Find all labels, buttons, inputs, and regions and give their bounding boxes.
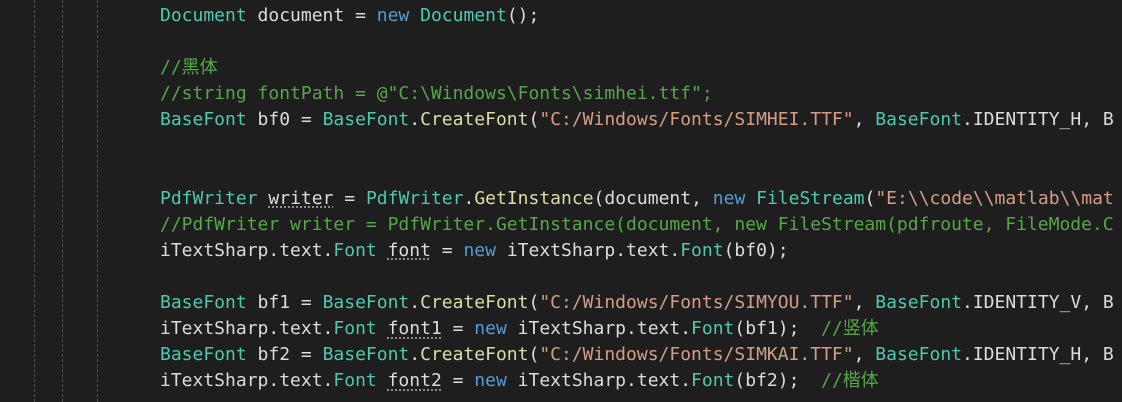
keyword-token: new — [474, 370, 507, 392]
string-token: "C:/Windows/Fonts/SIMHEI.TTF" — [539, 109, 854, 131]
unused-variable-token[interactable]: writer — [268, 188, 333, 209]
code-text: ( — [528, 109, 540, 131]
type-token: BaseFont — [160, 292, 247, 314]
unused-variable-token[interactable]: font — [388, 240, 431, 261]
code-line-7[interactable] — [0, 160, 1122, 186]
keyword-token: new — [712, 187, 746, 209]
code-text: (document, — [593, 187, 713, 209]
code-text: . — [409, 109, 421, 131]
code-text: bf0 = — [246, 109, 323, 131]
code-text: (bf1); — [734, 318, 822, 340]
code-text: (bf2); — [734, 370, 822, 392]
code-text: bf1 = — [246, 292, 323, 314]
code-text: , — [853, 344, 876, 366]
type-token: BaseFont — [322, 344, 410, 366]
type-token: BaseFont — [322, 292, 410, 314]
type-token: Document — [160, 5, 247, 26]
type-token: BaseFont — [875, 344, 962, 366]
code-line-6[interactable] — [0, 133, 1122, 159]
code-text: . — [463, 187, 475, 209]
type-token: BaseFont — [875, 109, 962, 131]
code-line-8[interactable]: PdfWriter writer = PdfWriter.GetInstance… — [0, 186, 1122, 212]
code-line-10[interactable]: iTextSharp.text.Font font = new iTextSha… — [0, 238, 1122, 264]
code-text: , — [853, 109, 876, 131]
code-text: iTextSharp.text. — [160, 318, 334, 340]
code-text: iTextSharp.text. — [506, 318, 692, 340]
type-token: Font — [691, 318, 735, 340]
code-text: (); — [506, 5, 540, 26]
type-token: Font — [691, 370, 735, 392]
code-line-13[interactable]: iTextSharp.text.Font font1 = new iTextSh… — [0, 316, 1122, 342]
code-text: iTextSharp.text. — [506, 370, 692, 392]
code-line-1[interactable]: Document document = new Document(); — [0, 3, 1122, 29]
code-text: , — [853, 292, 876, 314]
type-token: BaseFont — [322, 109, 410, 131]
comment-token: //黑体 — [160, 57, 218, 79]
type-token: Document — [420, 5, 507, 26]
code-text: .IDENTITY_H, B — [962, 344, 1114, 366]
keyword-token: new — [463, 239, 496, 261]
type-token: PdfWriter — [160, 187, 258, 209]
comment-token: //string fontPath = @"C:\Windows\Fonts\s… — [160, 83, 713, 105]
comment-token: //楷体 — [821, 370, 879, 392]
type-token: Font — [333, 318, 377, 340]
code-text: document = — [246, 5, 377, 26]
method-token: GetInstance — [474, 187, 594, 209]
string-token: "E:\\code\\matlab\\mat — [875, 187, 1114, 209]
method-token: CreateFont — [420, 344, 529, 366]
keyword-token: new — [474, 318, 507, 340]
code-text: = — [441, 318, 475, 340]
code-line-12[interactable]: BaseFont bf1 = BaseFont.CreateFont("C:/W… — [0, 290, 1122, 316]
code-line-9[interactable]: //PdfWriter writer = PdfWriter.GetInstan… — [0, 212, 1122, 238]
code-text: bf2 = — [246, 344, 323, 366]
code-text: iTextSharp.text. — [495, 239, 681, 261]
type-token: BaseFont — [160, 344, 247, 366]
code-text: = — [333, 187, 366, 209]
type-token: Font — [333, 239, 377, 261]
code-line-11[interactable] — [0, 264, 1122, 290]
code-text: .IDENTITY_V, B — [962, 292, 1114, 314]
string-token: "C:/Windows/Fonts/SIMKAI.TTF" — [539, 344, 854, 366]
unused-variable-token[interactable]: font1 — [388, 318, 442, 339]
string-token: "C:/Windows/Fonts/SIMYOU.TTF" — [539, 292, 854, 314]
code-editor[interactable]: Document document = new Document(); //黑体… — [0, 3, 1122, 394]
code-line-5[interactable]: BaseFont bf0 = BaseFont.CreateFont("C:/W… — [0, 107, 1122, 133]
type-token: Font — [680, 239, 724, 261]
code-text: . — [409, 292, 421, 314]
code-text: (bf0); — [723, 239, 789, 261]
code-line-4[interactable]: //string fontPath = @"C:\Windows\Fonts\s… — [0, 81, 1122, 107]
code-text: ( — [528, 292, 540, 314]
comment-token: //竖体 — [821, 318, 879, 340]
code-text: = — [430, 239, 464, 261]
code-line-14[interactable]: BaseFont bf2 = BaseFont.CreateFont("C:/W… — [0, 342, 1122, 368]
code-text: . — [409, 344, 421, 366]
type-token: FileStream — [756, 187, 865, 209]
code-text: iTextSharp.text. — [160, 370, 334, 392]
code-text: .IDENTITY_H, B — [962, 109, 1114, 131]
type-token: BaseFont — [160, 109, 247, 131]
method-token: CreateFont — [420, 292, 529, 314]
type-token: BaseFont — [875, 292, 962, 314]
code-line-15[interactable]: iTextSharp.text.Font font2 = new iTextSh… — [0, 368, 1122, 394]
keyword-token: new — [376, 5, 410, 26]
method-token: CreateFont — [420, 109, 529, 131]
unused-variable-token[interactable]: font2 — [388, 370, 442, 391]
type-token: PdfWriter — [365, 187, 464, 209]
code-text: = — [441, 370, 475, 392]
code-text: ( — [528, 344, 540, 366]
code-line-2[interactable] — [0, 29, 1122, 55]
comment-token: //PdfWriter writer = PdfWriter.GetInstan… — [160, 213, 1114, 235]
code-text: iTextSharp.text. — [160, 239, 334, 261]
code-line-3[interactable]: //黑体 — [0, 55, 1122, 81]
code-text: ( — [864, 187, 876, 209]
type-token: Font — [333, 370, 377, 392]
